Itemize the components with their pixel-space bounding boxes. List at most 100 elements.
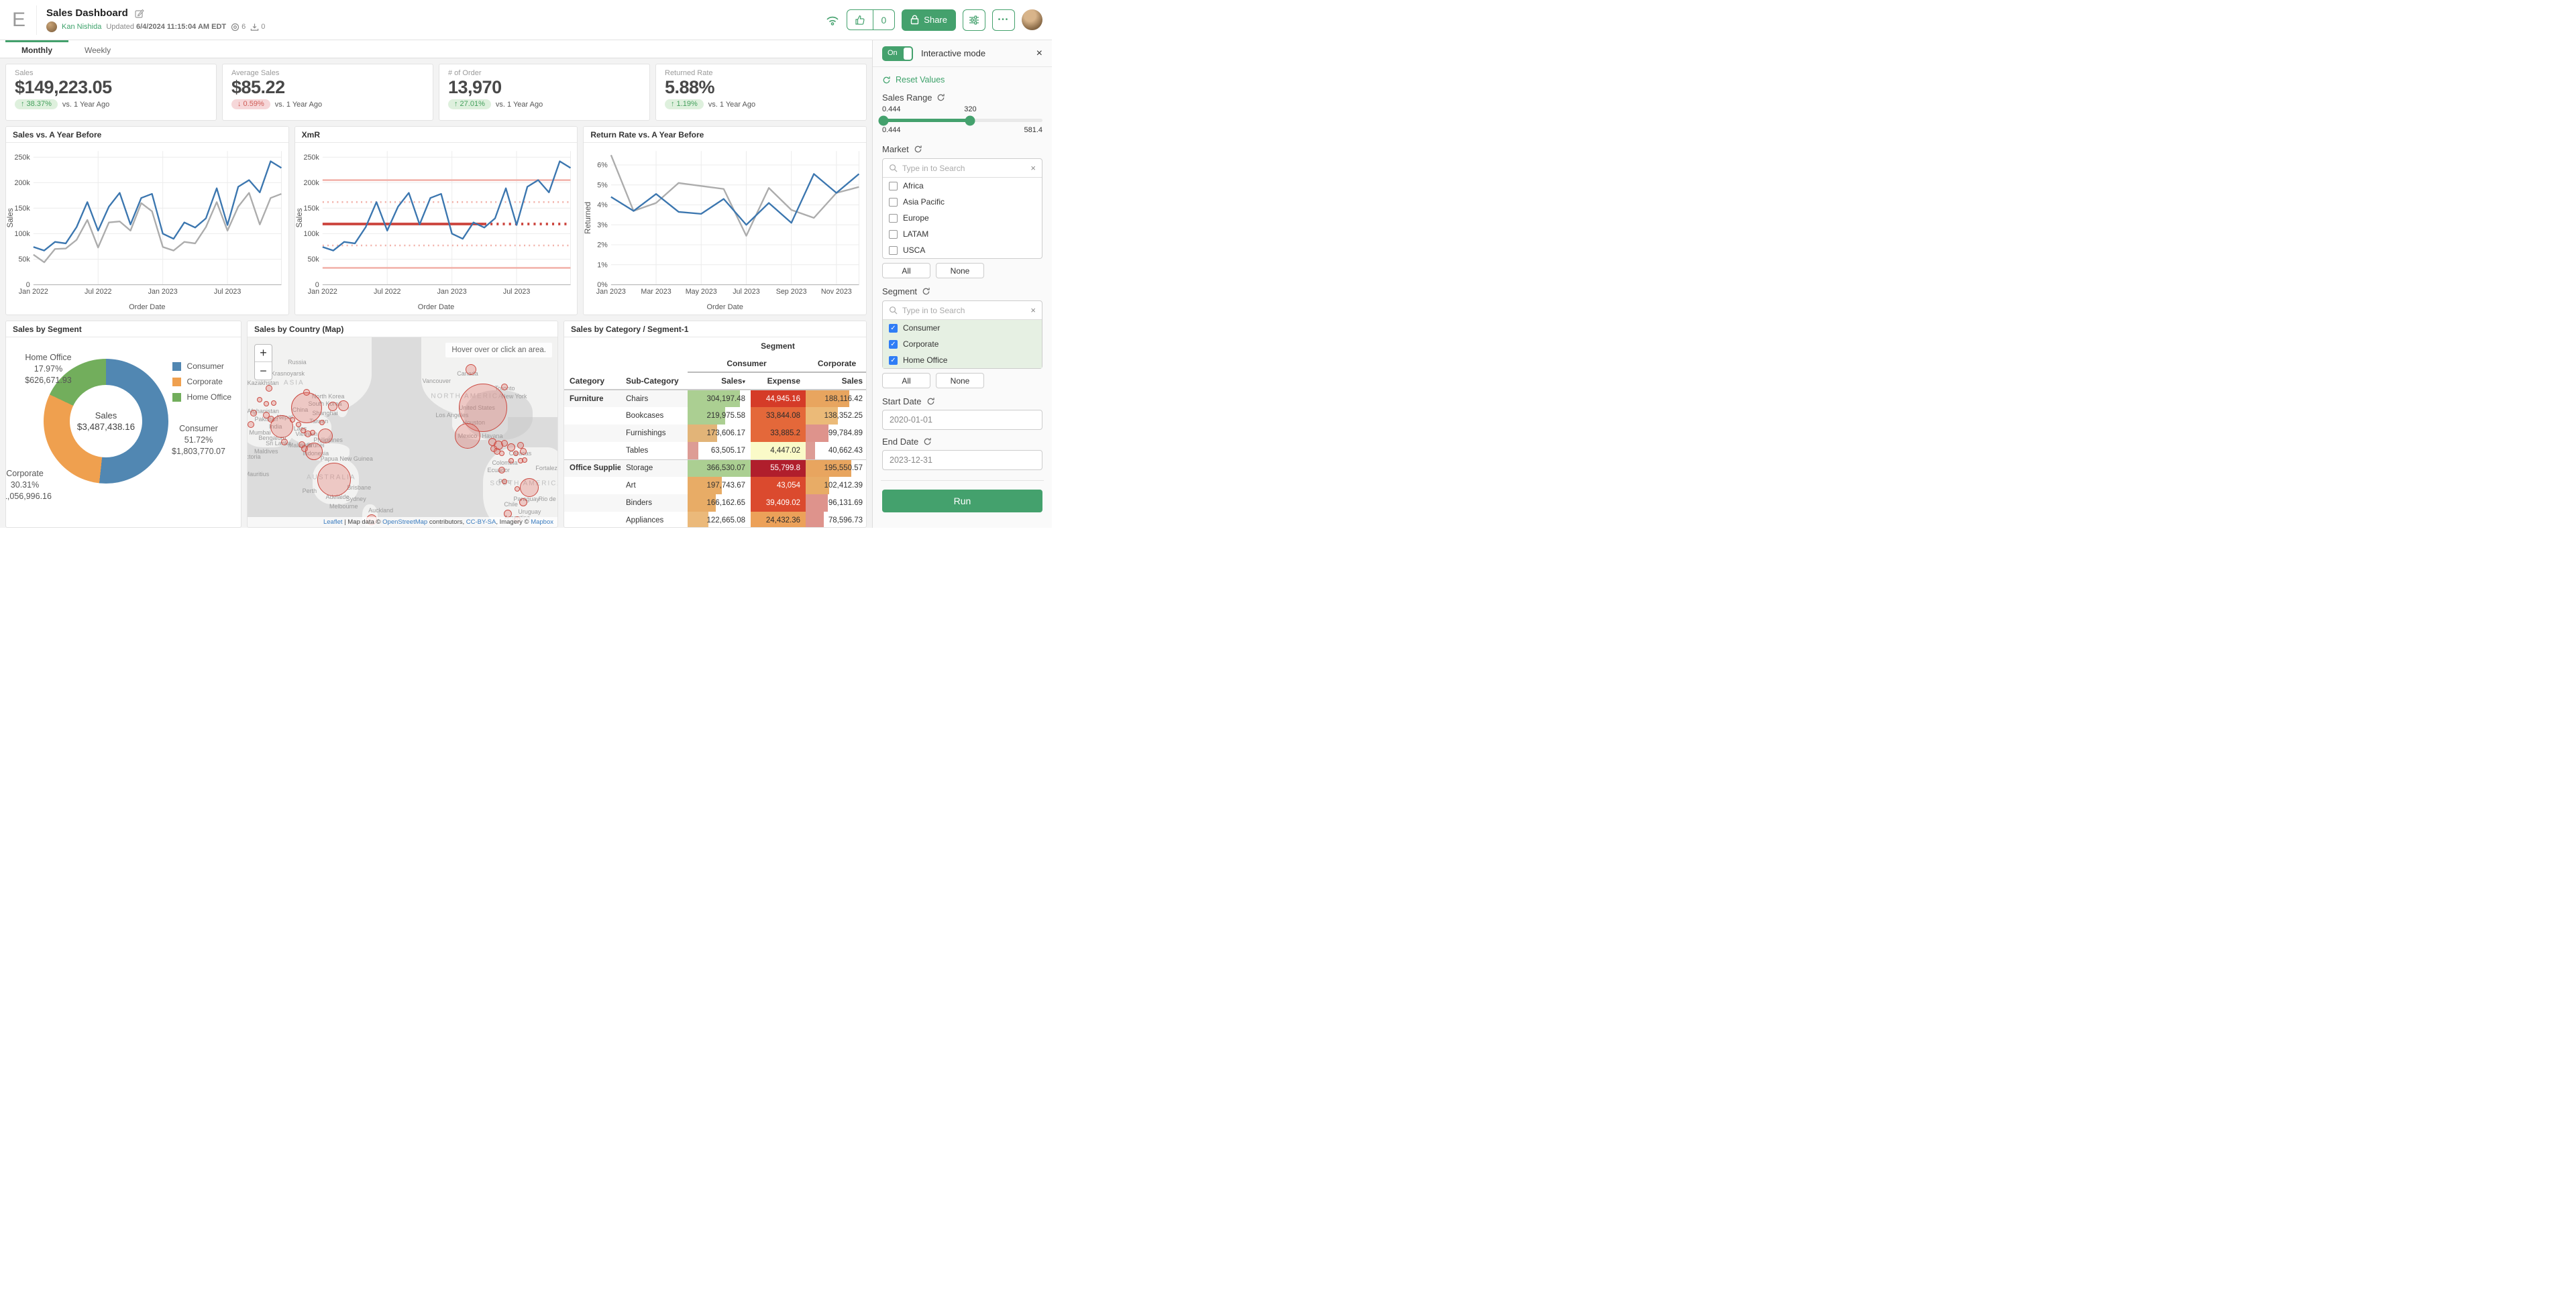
checkbox[interactable] xyxy=(889,230,898,239)
search-input[interactable]: Type in to Search xyxy=(902,306,1026,315)
map-data-circle[interactable] xyxy=(305,443,323,460)
map-data-circle[interactable] xyxy=(281,439,288,445)
line-chart[interactable]: 0%1%2%3%4%5%6%Jan 2023Mar 2023May 2023Ju… xyxy=(584,143,866,302)
column-header[interactable]: Sales▾ xyxy=(688,372,751,390)
map-data-circle[interactable] xyxy=(271,400,276,406)
slider-handle-min[interactable] xyxy=(879,115,889,125)
edit-title-icon[interactable] xyxy=(135,9,144,18)
clear-search-icon[interactable]: × xyxy=(1030,305,1036,315)
line-chart[interactable]: 050k100k150k200k250kJan 2022Jul 2022Jan … xyxy=(295,143,578,302)
map-data-circle[interactable] xyxy=(328,402,337,411)
market-all-button[interactable]: All xyxy=(882,263,930,278)
cell-value: 40,662.43 xyxy=(811,447,863,455)
search-input[interactable]: Type in to Search xyxy=(902,164,1026,173)
map-data-circle[interactable] xyxy=(257,397,262,402)
author-link[interactable]: Kan Nishida xyxy=(62,23,101,31)
map-data-circle[interactable] xyxy=(338,400,349,411)
map-data-circle[interactable] xyxy=(502,479,507,484)
slider-handle-max[interactable] xyxy=(965,115,975,125)
map-data-circle[interactable] xyxy=(501,384,508,390)
map-data-circle[interactable] xyxy=(296,422,301,427)
map-data-circle[interactable] xyxy=(499,451,504,456)
map-data-circle[interactable] xyxy=(291,392,322,423)
line-chart[interactable]: 050k100k150k200k250kJan 2022Jul 2022Jan … xyxy=(6,143,288,302)
map-data-circle[interactable] xyxy=(248,421,254,428)
map-zoom-in-button[interactable]: + xyxy=(255,345,272,362)
parameters-button[interactable] xyxy=(963,9,985,31)
map-data-circle[interactable] xyxy=(522,457,527,463)
filter-option-africa[interactable]: Africa xyxy=(883,178,1042,194)
map-data-circle[interactable] xyxy=(319,420,325,425)
run-button[interactable]: Run xyxy=(882,490,1042,512)
refresh-icon[interactable] xyxy=(923,437,932,446)
map-data-circle[interactable] xyxy=(520,478,539,497)
map-data-circle[interactable] xyxy=(303,389,310,396)
map-data-circle[interactable] xyxy=(318,429,333,443)
map-data-circle[interactable] xyxy=(266,385,272,392)
map-data-circle[interactable] xyxy=(466,364,476,375)
map-zoom-out-button[interactable]: − xyxy=(255,362,272,380)
author-avatar[interactable] xyxy=(46,21,57,32)
checkbox[interactable]: ✓ xyxy=(889,340,898,349)
tab-monthly[interactable]: Monthly xyxy=(5,40,68,58)
filter-option-corporate[interactable]: ✓Corporate xyxy=(883,336,1042,352)
svg-text:50k: 50k xyxy=(18,256,30,264)
map-data-circle[interactable] xyxy=(498,467,505,473)
map-data-circle[interactable] xyxy=(455,423,480,449)
checkbox[interactable] xyxy=(889,214,898,223)
like-button[interactable] xyxy=(847,10,873,30)
checkbox[interactable]: ✓ xyxy=(889,324,898,333)
interactive-mode-toggle[interactable]: On xyxy=(882,46,913,61)
attribution-link[interactable]: Mapbox xyxy=(531,518,553,526)
like-button-group: 0 xyxy=(847,9,896,30)
filter-option-usca[interactable]: USCA xyxy=(883,242,1042,258)
market-none-button[interactable]: None xyxy=(936,263,984,278)
refresh-icon[interactable] xyxy=(936,93,945,102)
checkbox[interactable] xyxy=(889,182,898,190)
map-data-circle[interactable] xyxy=(508,458,514,463)
map-data-circle[interactable] xyxy=(520,448,527,455)
filter-option-consumer[interactable]: ✓Consumer xyxy=(883,320,1042,336)
map-data-circle[interactable] xyxy=(264,401,269,406)
map-place-label: Papua New Guinea xyxy=(321,455,373,462)
map-data-circle[interactable] xyxy=(317,463,351,496)
clear-search-icon[interactable]: × xyxy=(1030,163,1036,173)
attribution-link[interactable]: CC-BY-SA xyxy=(466,518,496,526)
legend-swatch xyxy=(172,362,181,371)
share-button[interactable]: Share xyxy=(902,9,956,31)
filter-option-europe[interactable]: Europe xyxy=(883,210,1042,226)
end-date-input[interactable]: 2023-12-31 xyxy=(882,450,1042,470)
map-data-circle[interactable] xyxy=(513,451,519,456)
refresh-icon[interactable] xyxy=(922,287,930,296)
map-data-circle[interactable] xyxy=(250,410,257,416)
filter-option-home-office[interactable]: ✓Home Office xyxy=(883,352,1042,368)
map-data-circle[interactable] xyxy=(310,430,315,435)
pivot-table[interactable]: SegmentConsumerCorporateCategorySub-Cate… xyxy=(564,337,866,527)
donut-chart[interactable]: Sales$3,487,438.16Home Office17.97%$626,… xyxy=(6,337,241,526)
checkbox[interactable] xyxy=(889,198,898,207)
checkbox[interactable]: ✓ xyxy=(889,356,898,365)
sub-category-cell: Appliances xyxy=(621,512,688,527)
eye-icon xyxy=(231,23,239,32)
map-data-circle[interactable] xyxy=(519,498,527,506)
refresh-icon[interactable] xyxy=(926,397,935,406)
map-data-circle[interactable] xyxy=(290,417,295,423)
close-panel-icon[interactable]: × xyxy=(1036,48,1042,60)
attribution-link[interactable]: Leaflet xyxy=(323,518,343,526)
refresh-icon[interactable] xyxy=(914,145,922,154)
filter-option-asia-pacific[interactable]: Asia Pacific xyxy=(883,194,1042,210)
reset-values-link[interactable]: Reset Values xyxy=(882,75,1042,85)
user-avatar[interactable] xyxy=(1022,9,1042,30)
svg-text:50k: 50k xyxy=(307,256,319,264)
tab-weekly[interactable]: Weekly xyxy=(68,40,127,58)
segment-all-button[interactable]: All xyxy=(882,373,930,388)
app-logo[interactable]: E xyxy=(7,5,37,35)
filter-option-latam[interactable]: LATAM xyxy=(883,226,1042,242)
map-data-circle[interactable] xyxy=(515,486,520,492)
checkbox[interactable] xyxy=(889,246,898,255)
more-options-button[interactable]: ••• xyxy=(992,9,1015,31)
attribution-link[interactable]: OpenStreetMap xyxy=(382,518,427,526)
segment-none-button[interactable]: None xyxy=(936,373,984,388)
world-map[interactable]: RussiaKrasnoyarskKazakhstanASIAChinaNort… xyxy=(248,337,557,527)
start-date-input[interactable]: 2020-01-01 xyxy=(882,410,1042,430)
